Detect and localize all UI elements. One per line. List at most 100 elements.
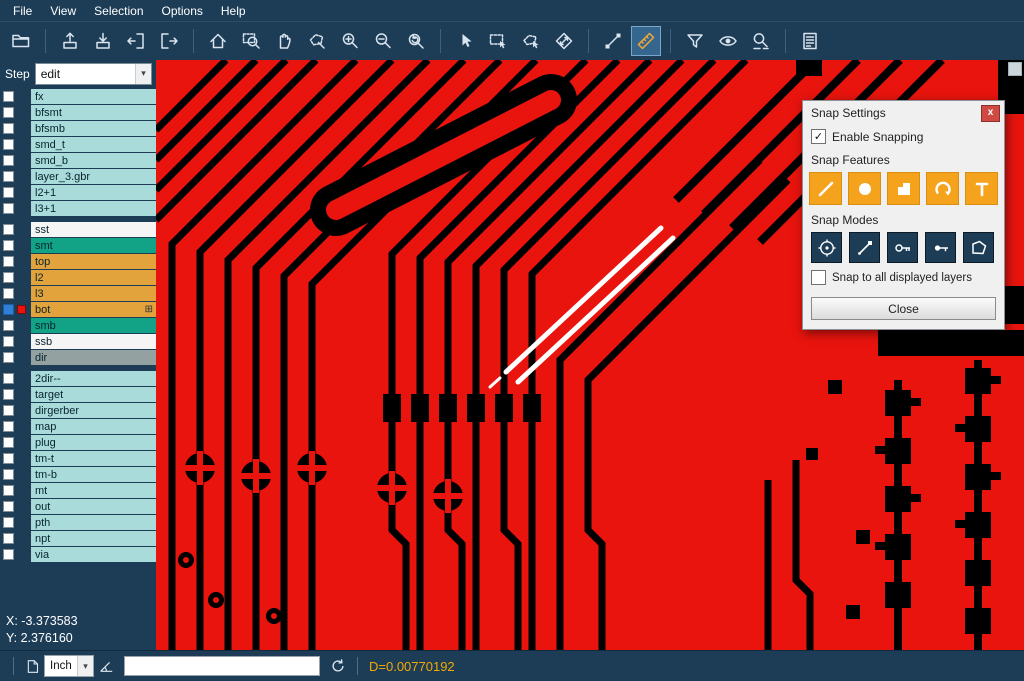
import-down-icon[interactable] bbox=[88, 26, 118, 56]
layer-name[interactable]: l3 bbox=[31, 286, 156, 301]
zoom-in-icon[interactable] bbox=[335, 26, 365, 56]
layer-name[interactable]: map bbox=[31, 419, 156, 434]
layer-visibility-checkbox[interactable] bbox=[3, 533, 14, 544]
snap-feature-pad-button[interactable] bbox=[848, 172, 881, 205]
layer-name[interactable]: tm-t bbox=[31, 451, 156, 466]
layer-visibility-checkbox[interactable] bbox=[3, 256, 14, 267]
zoom-out-icon[interactable] bbox=[368, 26, 398, 56]
layer-name[interactable]: via bbox=[31, 547, 156, 562]
home-icon[interactable] bbox=[203, 26, 233, 56]
layer-name[interactable]: smd_b bbox=[31, 153, 156, 168]
zoom-area-icon[interactable] bbox=[236, 26, 266, 56]
layer-visibility-checkbox[interactable] bbox=[3, 421, 14, 432]
layer-name[interactable]: npt bbox=[31, 531, 156, 546]
layer-name[interactable]: sst bbox=[31, 222, 156, 237]
angle-measure-icon[interactable] bbox=[98, 658, 114, 674]
layer-name[interactable]: target bbox=[31, 387, 156, 402]
step-select[interactable]: edit ▾ bbox=[35, 63, 152, 85]
layer-name[interactable]: bot⊞ bbox=[31, 302, 156, 317]
menu-help[interactable]: Help bbox=[212, 2, 255, 20]
open-folder-icon[interactable] bbox=[6, 26, 36, 56]
layer-name[interactable]: dir bbox=[31, 350, 156, 365]
layer-visibility-checkbox[interactable] bbox=[3, 320, 14, 331]
layer-visibility-checkbox[interactable] bbox=[3, 437, 14, 448]
layer-visibility-checkbox[interactable] bbox=[3, 107, 14, 118]
layer-visibility-checkbox[interactable] bbox=[3, 405, 14, 416]
menu-file[interactable]: File bbox=[4, 2, 41, 20]
layer-visibility-checkbox[interactable] bbox=[3, 155, 14, 166]
layer-visibility-checkbox[interactable] bbox=[3, 272, 14, 283]
layer-name[interactable]: ssb bbox=[31, 334, 156, 349]
snap-feature-surface-button[interactable] bbox=[887, 172, 920, 205]
layer-color-swatch[interactable] bbox=[17, 305, 26, 314]
unit-select[interactable]: Inch ▾ bbox=[44, 655, 94, 677]
layer-visibility-checkbox[interactable] bbox=[3, 352, 14, 363]
layer-visibility-checkbox[interactable] bbox=[3, 501, 14, 512]
exit-right-icon[interactable] bbox=[154, 26, 184, 56]
layer-name[interactable]: pth bbox=[31, 515, 156, 530]
snap-mode-center-button[interactable] bbox=[811, 232, 842, 263]
snap-feature-text-button[interactable] bbox=[965, 172, 998, 205]
layer-visibility-checkbox[interactable] bbox=[3, 304, 14, 315]
import-up-icon[interactable] bbox=[55, 26, 85, 56]
layer-visibility-checkbox[interactable] bbox=[3, 288, 14, 299]
snap-mode-vertex-button[interactable] bbox=[849, 232, 880, 263]
measure-diamond-icon[interactable] bbox=[549, 26, 579, 56]
layer-visibility-checkbox[interactable] bbox=[3, 224, 14, 235]
layer-name[interactable]: l3+1 bbox=[31, 201, 156, 216]
chevron-down-icon[interactable]: ▾ bbox=[77, 656, 93, 676]
layer-visibility-checkbox[interactable] bbox=[3, 517, 14, 528]
lasso-select-icon[interactable] bbox=[302, 26, 332, 56]
layer-visibility-checkbox[interactable] bbox=[3, 389, 14, 400]
layer-name[interactable]: mt bbox=[31, 483, 156, 498]
layer-name[interactable]: smd_t bbox=[31, 137, 156, 152]
menu-selection[interactable]: Selection bbox=[85, 2, 152, 20]
layer-visibility-checkbox[interactable] bbox=[3, 203, 14, 214]
layer-visibility-checkbox[interactable] bbox=[3, 171, 14, 182]
layer-name[interactable]: tm-b bbox=[31, 467, 156, 482]
enable-snapping-checkbox[interactable]: ✓ Enable Snapping bbox=[803, 125, 1004, 148]
layer-visibility-checkbox[interactable] bbox=[3, 139, 14, 150]
layer-name[interactable]: l2+1 bbox=[31, 185, 156, 200]
cursor-select-icon[interactable] bbox=[450, 26, 480, 56]
layer-visibility-checkbox[interactable] bbox=[3, 453, 14, 464]
snap-mode-key-button[interactable] bbox=[887, 232, 918, 263]
pan-hand-icon[interactable] bbox=[269, 26, 299, 56]
layer-name[interactable]: smb bbox=[31, 318, 156, 333]
sheet-icon[interactable] bbox=[25, 659, 40, 674]
layer-name[interactable]: bfsmb bbox=[31, 121, 156, 136]
layer-visibility-checkbox[interactable] bbox=[3, 240, 14, 251]
zoom-previous-icon[interactable] bbox=[401, 26, 431, 56]
snap-feature-arc-button[interactable] bbox=[926, 172, 959, 205]
layer-visibility-checkbox[interactable] bbox=[3, 91, 14, 102]
snap-all-layers-checkbox[interactable]: Snap to all displayed layers bbox=[803, 266, 1004, 289]
exit-left-icon[interactable] bbox=[121, 26, 151, 56]
layer-name[interactable]: plug bbox=[31, 435, 156, 450]
measure-input[interactable] bbox=[124, 656, 320, 676]
menu-options[interactable]: Options bbox=[153, 2, 212, 20]
layer-visibility-checkbox[interactable] bbox=[3, 187, 14, 198]
layer-name[interactable]: out bbox=[31, 499, 156, 514]
layer-name[interactable]: l2 bbox=[31, 270, 156, 285]
snap-mode-key-alt-button[interactable] bbox=[925, 232, 956, 263]
snap-mode-contour-button[interactable] bbox=[963, 232, 994, 263]
layer-visibility-checkbox[interactable] bbox=[3, 549, 14, 560]
report-icon[interactable] bbox=[795, 26, 825, 56]
menu-view[interactable]: View bbox=[41, 2, 85, 20]
find-icon[interactable] bbox=[746, 26, 776, 56]
layer-visibility-checkbox[interactable] bbox=[3, 123, 14, 134]
layer-visibility-checkbox[interactable] bbox=[3, 485, 14, 496]
close-button[interactable]: Close bbox=[811, 297, 996, 320]
poly-select-icon[interactable] bbox=[516, 26, 546, 56]
ruler-icon[interactable] bbox=[631, 26, 661, 56]
layer-name[interactable]: smt bbox=[31, 238, 156, 253]
layer-name[interactable]: bfsmt bbox=[31, 105, 156, 120]
layer-name[interactable]: 2dir-- bbox=[31, 371, 156, 386]
chevron-down-icon[interactable]: ▾ bbox=[135, 64, 151, 84]
layer-name[interactable]: dirgerber bbox=[31, 403, 156, 418]
layer-name[interactable]: layer_3.gbr bbox=[31, 169, 156, 184]
layer-name[interactable]: top bbox=[31, 254, 156, 269]
layer-visibility-checkbox[interactable] bbox=[3, 373, 14, 384]
layer-visibility-checkbox[interactable] bbox=[3, 336, 14, 347]
refresh-icon[interactable] bbox=[330, 658, 346, 674]
